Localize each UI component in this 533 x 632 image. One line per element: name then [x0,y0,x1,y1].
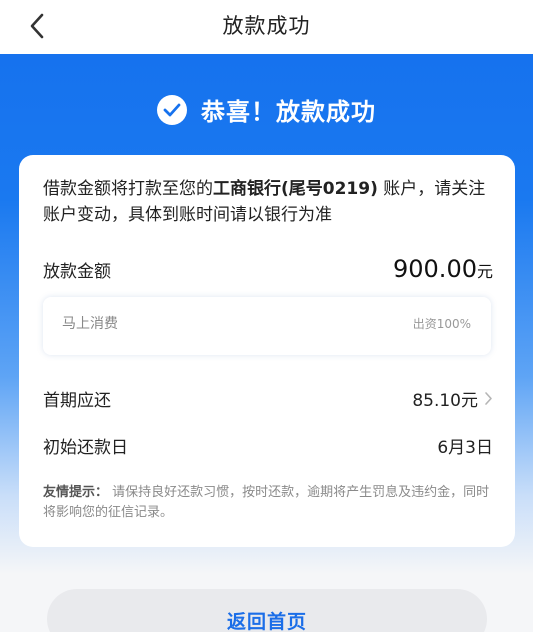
lender-info-box: 马上消费 出资100% [43,297,491,355]
loan-amount-row: 放款金额 900.00元 [43,255,493,283]
tip-text: 请保持良好还款习惯，按时还款，逾期将产生罚息及违约金，同时将影响您的征信记录。 [43,485,490,520]
first-due-date-label: 初始还款日 [43,438,128,458]
check-circle-icon [157,94,187,125]
loan-amount: 900.00元 [393,255,493,283]
chevron-right-icon [485,392,492,405]
loan-amount-value: 900.00 [393,255,477,283]
return-home-button[interactable]: 返回首页 [47,589,487,632]
lender-share: 出资100% [412,317,471,331]
loan-amount-label: 放款金额 [43,262,111,282]
first-due-date-value: 6月3日 [437,438,493,458]
bank-account: 工商银行(尾号0219) [213,179,378,199]
first-payment-row[interactable]: 首期应还 85.10元 [43,386,493,411]
loan-amount-unit: 元 [476,262,493,281]
lender-name: 马上消费 [62,316,118,332]
first-payment-label: 首期应还 [43,391,111,411]
loan-success-screen: 放款成功 恭喜！放款成功 借款金额将打款至您的工商银行(尾号0219) 账户，请… [0,0,533,632]
success-title: 恭喜！放款成功 [201,98,376,126]
top-navigation-bar: 放款成功 [0,0,533,54]
first-due-date-row: 初始还款日 6月3日 [43,433,493,458]
notice-prefix: 借款金额将打款至您的 [43,179,213,199]
disbursement-notice: 借款金额将打款至您的工商银行(尾号0219) 账户，请关注账户变动，具体到账时间… [43,176,499,228]
page-title: 放款成功 [222,14,311,38]
loan-detail-card: 借款金额将打款至您的工商银行(尾号0219) 账户，请关注账户变动，具体到账时间… [19,155,515,547]
success-header: 恭喜！放款成功 [0,92,533,127]
first-payment-value: 85.10元 [412,391,478,411]
tip-label: 友情提示： [43,485,109,500]
friendly-tip: 友情提示： 请保持良好还款习惯，按时还款，逾期将产生罚息及违约金，同时将影响您的… [43,483,493,523]
